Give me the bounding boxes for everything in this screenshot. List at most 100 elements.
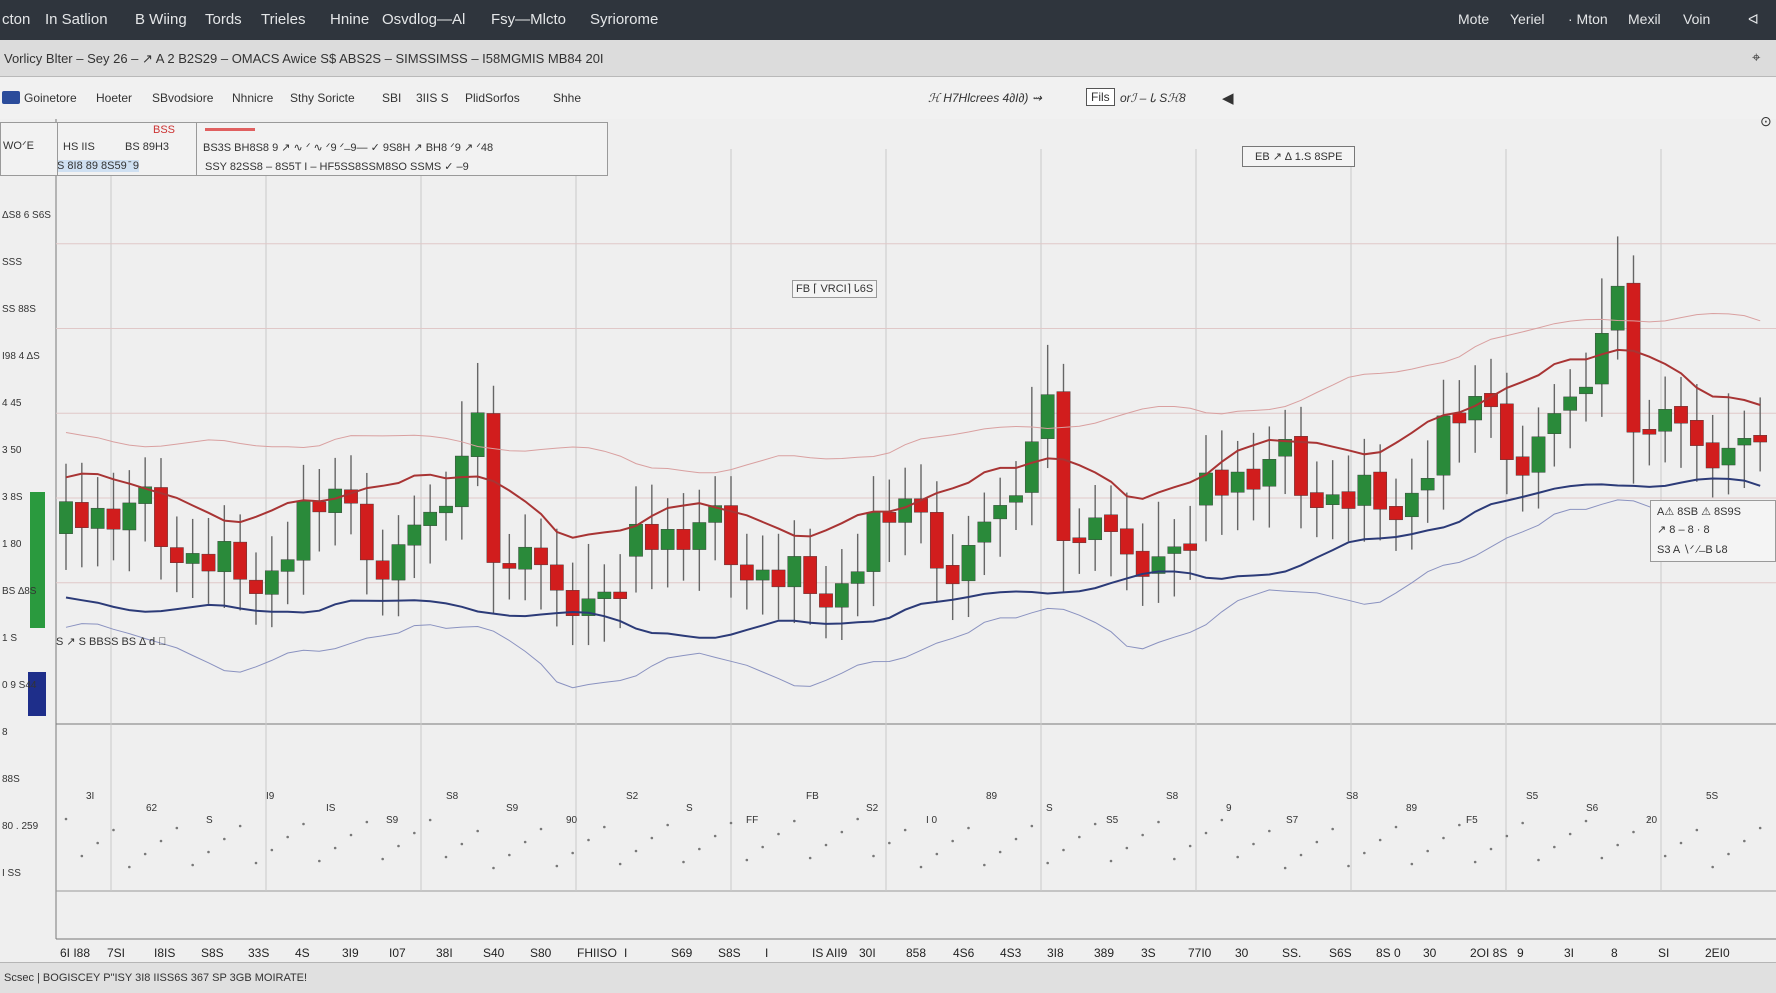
menu-item[interactable]: In Satlion — [45, 11, 108, 28]
menu-item[interactable]: B Wiing — [135, 11, 187, 28]
candle-body — [106, 508, 121, 530]
volume-dot — [1157, 820, 1160, 824]
candle-body — [549, 564, 564, 591]
candle-body — [1040, 394, 1055, 439]
menu-item[interactable]: Fsy—Mlcto — [491, 11, 566, 28]
volume-dot — [729, 821, 733, 825]
volume-label: S8 — [1166, 791, 1179, 802]
candle-body — [850, 571, 865, 584]
menu-item-right[interactable]: Mote — [1458, 11, 1489, 27]
menu-item[interactable]: cton — [2, 11, 30, 28]
volume-dot — [919, 865, 923, 869]
toolbar-item[interactable]: Shhe — [553, 91, 581, 105]
back-arrow-icon[interactable]: ◀ — [1222, 89, 1234, 107]
candle-body — [122, 502, 137, 531]
volume-label: S2 — [626, 791, 639, 802]
volume-dot — [1426, 849, 1429, 853]
settings-icon[interactable]: ⊙ — [1760, 113, 1772, 130]
x-tick-label: 8 — [1611, 946, 1618, 960]
volume-dot — [1568, 832, 1572, 836]
candle-body — [296, 500, 311, 561]
volume-dot — [1505, 834, 1509, 838]
symbol-info[interactable]: Vorlicy Blter – Sey 26 – ↗ A 2 B2S29 – O… — [4, 51, 604, 67]
volume-label: S5 — [1526, 791, 1539, 802]
chart-area[interactable]: 3I 62 S Ι9 IS S9 S8 S9 90 S2 S FF FB S2 Ι 0 89 S S5 S8 9 S7 S… — [0, 113, 1776, 962]
volume-label: 90 — [566, 815, 578, 826]
indicator-selector[interactable]: ℋ H7Hlcrees 4∂Ι∂) ⇝ — [928, 91, 1042, 105]
y-tick-label: 1 80 — [2, 539, 22, 550]
candle-body — [1436, 415, 1451, 476]
y-tick-label: BS ∆8S — [2, 586, 37, 597]
volume-dot — [745, 858, 749, 862]
candle-body — [280, 559, 295, 572]
y-tick-label: ΔS8 6 S6S — [2, 210, 51, 221]
candle-body — [834, 583, 849, 608]
volume-dot — [587, 838, 590, 842]
candle-body — [1230, 471, 1245, 493]
volume-dot — [903, 828, 907, 832]
volume-dot — [444, 855, 448, 859]
menu-item-right[interactable]: Voin — [1683, 11, 1710, 27]
candle-body — [1389, 506, 1403, 521]
volume-dot — [983, 863, 986, 867]
menu-item[interactable]: Syriorome — [590, 11, 658, 28]
drawing-tools[interactable]: orℐ ‒ Ꮣ Sℋ8 — [1120, 91, 1186, 106]
volume-dot — [1648, 817, 1651, 821]
volume-dot — [1711, 865, 1714, 869]
x-tick-label: S8S — [718, 946, 741, 960]
toolbar-item[interactable]: Nhnicre — [232, 91, 273, 105]
menu-item-right[interactable]: · Mton — [1568, 11, 1608, 27]
collapse-icon[interactable]: ᐊ — [1748, 11, 1759, 28]
candle-body — [233, 541, 248, 580]
blue-level-bar — [28, 672, 46, 716]
toolbar-item[interactable]: Goinetore — [24, 91, 77, 105]
candle-body — [1262, 459, 1277, 487]
toolbar-item[interactable]: Hoeter — [96, 91, 132, 105]
volume-dot — [523, 840, 527, 844]
x-tick-label: 3I — [1564, 946, 1574, 960]
toolbar-item[interactable]: SBI — [382, 91, 401, 105]
volume-dot — [1204, 831, 1208, 835]
volume-dot — [650, 836, 654, 840]
menu-item-right[interactable]: Yeriel — [1510, 11, 1545, 27]
candle-body — [423, 511, 438, 526]
legend-box[interactable]: EB ↗ ∆ 1.S 8SPE — [1242, 146, 1356, 167]
toolbar-item[interactable]: SBvodsiore — [152, 91, 213, 105]
toolbar-item[interactable]: Sthy Soricte — [290, 91, 355, 105]
candle-body — [470, 412, 485, 457]
volume-label: 3I — [86, 791, 94, 802]
tool-box-button[interactable]: Fils — [1086, 88, 1115, 106]
menu-item[interactable]: Trieles — [261, 11, 305, 28]
volume-label: IS — [326, 803, 336, 814]
candle-body — [1579, 386, 1593, 395]
volume-dot — [1537, 858, 1540, 862]
candle-body — [898, 498, 913, 523]
volume-dot — [492, 866, 495, 870]
menu-item[interactable]: Tords — [205, 11, 242, 28]
pin-icon[interactable]: ⌖ — [1752, 49, 1760, 66]
volume-dot — [1315, 840, 1319, 844]
volume-dot — [840, 830, 844, 834]
candle-body — [502, 563, 517, 569]
menu-item[interactable]: Hnine — [330, 11, 369, 28]
price-annotation[interactable]: FB ⌈ VRCI⌉ Ꮣ6S — [792, 280, 878, 298]
x-tick-label: 4S6 — [953, 946, 975, 960]
x-tick-label: 7SI — [107, 946, 125, 960]
volume-dot — [1695, 828, 1699, 832]
toolbar-item[interactable]: PlidSorfos — [465, 91, 520, 105]
band-label: S ↗ S BBSS BS ∆ d ⃨ — [56, 636, 167, 648]
volume-label: S2 — [866, 803, 879, 814]
volume-dot — [1173, 857, 1176, 861]
menu-item-right[interactable]: Mexil — [1628, 11, 1661, 27]
panel-cell: BS 89H3 — [125, 141, 170, 153]
toolbar-item[interactable]: 3IIS S — [416, 91, 449, 105]
candle-body — [1309, 492, 1324, 508]
x-tick-label: FHIISO — [577, 946, 617, 960]
candle-body — [486, 413, 501, 563]
menu-item[interactable]: Osvdlog—Al — [382, 11, 465, 28]
app-icon[interactable] — [2, 91, 20, 104]
volume-dot — [1141, 833, 1144, 837]
candlestick-chart[interactable]: 3I62SΙ9ISS9S8S990S2SFFFBS2Ι 089SS5S89S7S… — [0, 119, 1776, 962]
volume-label: S9 — [506, 803, 519, 814]
volume-label: 5S — [1706, 791, 1719, 802]
